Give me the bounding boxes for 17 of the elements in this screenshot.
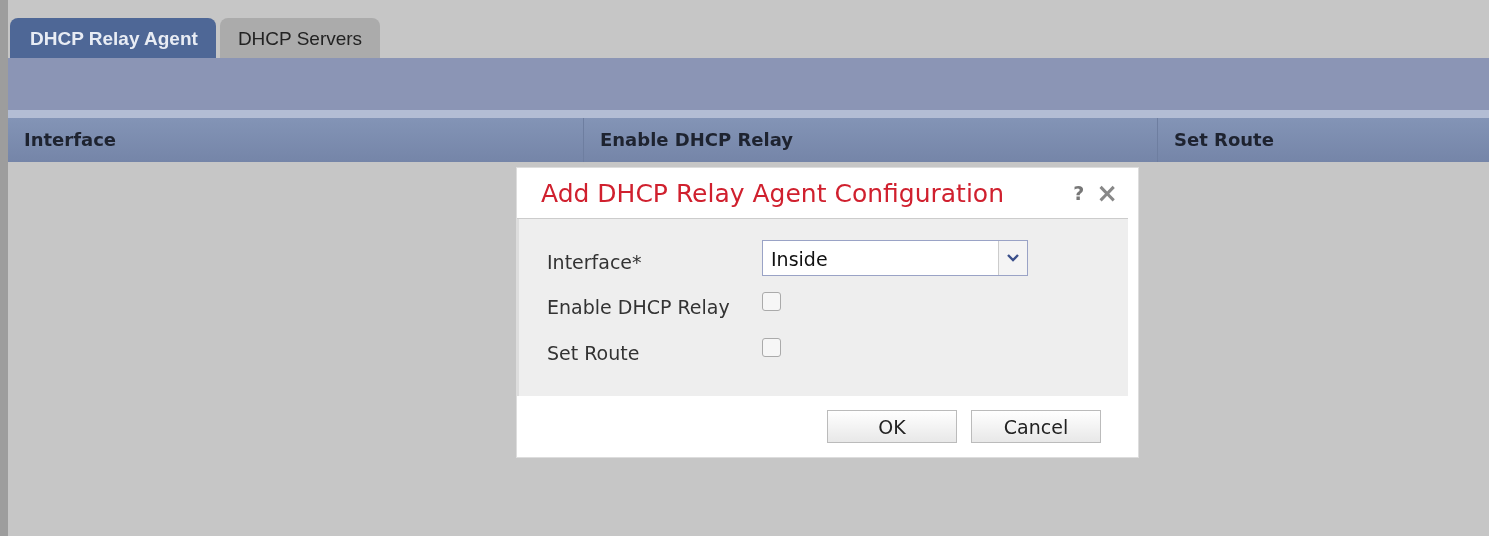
field-label: Enable DHCP Relay — [546, 296, 731, 318]
field-label: Set Route — [546, 342, 641, 364]
tab[interactable]: DHCP Relay Agent — [10, 18, 216, 58]
dialog-title: Add DHCP Relay Agent Configuration — [541, 178, 1005, 208]
column-header: Set Route — [1173, 128, 1275, 152]
interface-dropdown[interactable]: Inside — [762, 239, 1028, 276]
column-header: Enable DHCP Relay — [584, 118, 1158, 162]
checkbox[interactable] — [762, 337, 781, 357]
cancel-button[interactable]: Cancel — [971, 410, 1101, 443]
help-icon[interactable]: ? — [1073, 182, 1085, 204]
column-header: Interface — [8, 118, 584, 162]
checkbox[interactable] — [762, 291, 781, 311]
ok-button[interactable]: OK — [827, 410, 957, 443]
field-label: Interface* — [546, 250, 643, 273]
tab[interactable]: DHCP Servers — [219, 18, 381, 58]
caret-icon — [1007, 253, 1019, 262]
close-icon[interactable]: × — [1096, 178, 1118, 208]
